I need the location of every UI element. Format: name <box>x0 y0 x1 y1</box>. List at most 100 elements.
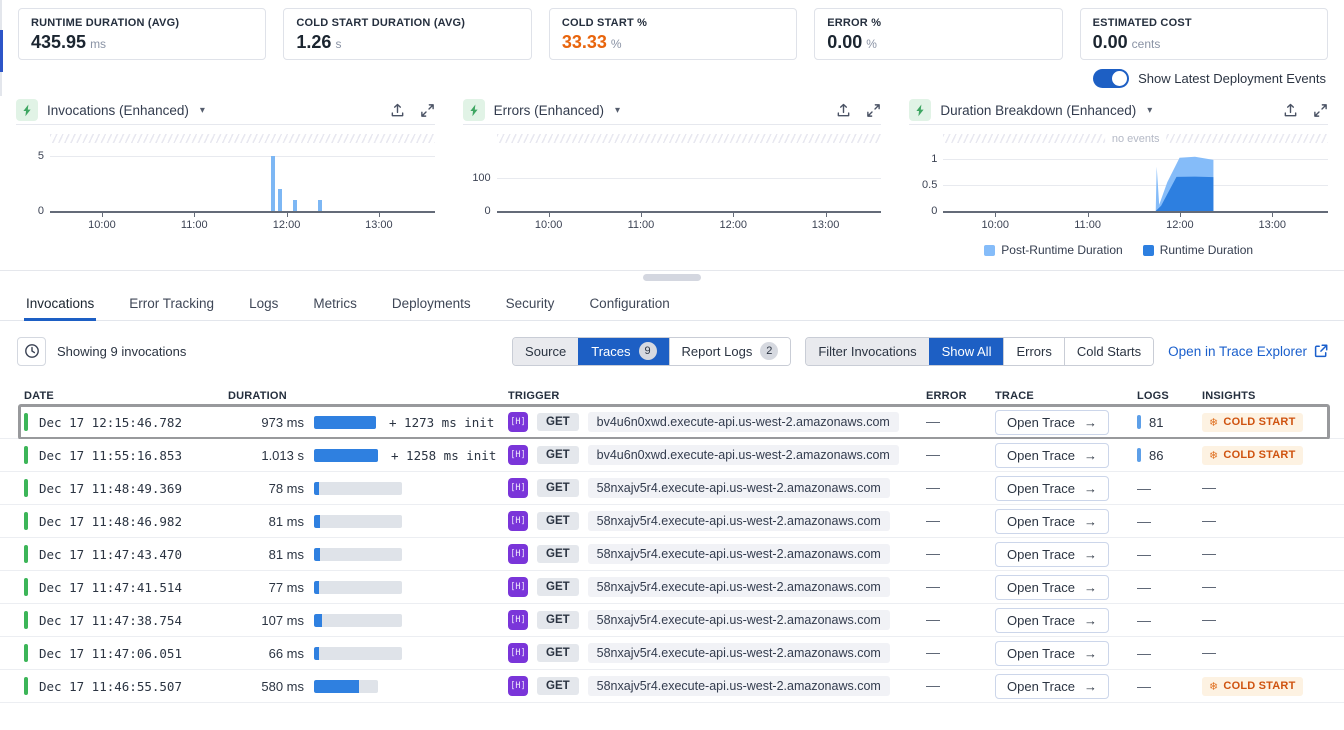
table-row[interactable]: Dec 17 11:48:46.982 81 ms [H] GET 58nxaj… <box>0 505 1344 538</box>
duration-value: 973 ms <box>228 415 304 430</box>
trace-cell: Open Trace → <box>995 443 1137 468</box>
cold-starts-filter-button[interactable]: Cold Starts <box>1064 338 1153 365</box>
chart-body: no events 10.50 10:0011:0012:0013:00 Pos… <box>909 134 1328 257</box>
arrow-right-icon: → <box>1084 514 1097 529</box>
invocations-table-body: Dec 17 12:15:46.782 973 ms + 1273 ms ini… <box>0 406 1344 703</box>
duration-cell: 78 ms <box>228 481 508 496</box>
expand-chart-button[interactable] <box>866 103 881 118</box>
traces-segment-button[interactable]: Traces9 <box>578 338 668 365</box>
trigger-host: bv4u6n0xwd.execute-api.us-west-2.amazona… <box>588 412 899 432</box>
chevron-down-icon[interactable]: ▾ <box>200 105 205 116</box>
duration-bar <box>314 515 402 528</box>
chart-title-dropdown[interactable]: Errors (Enhanced) <box>494 103 604 118</box>
arrow-right-icon: → <box>1084 580 1097 595</box>
chart-body: 50 10:0011:0012:0013:00 <box>16 134 435 234</box>
metric-value: 1.26 <box>296 32 331 53</box>
table-row[interactable]: Dec 17 11:47:43.470 81 ms [H] GET 58nxaj… <box>0 538 1344 571</box>
legend-label: Post-Runtime Duration <box>1001 243 1122 257</box>
chart-legend: Post-Runtime Duration Runtime Duration <box>909 243 1328 257</box>
table-row[interactable]: Dec 17 11:47:41.514 77 ms [H] GET 58nxaj… <box>0 571 1344 604</box>
arrow-right-icon: → <box>1084 646 1097 661</box>
arrow-right-icon: → <box>1084 547 1097 562</box>
error-cell: — <box>926 677 995 695</box>
table-row[interactable]: Dec 17 11:48:49.369 78 ms [H] GET 58nxaj… <box>0 472 1344 505</box>
chart-title-dropdown[interactable]: Invocations (Enhanced) <box>47 103 189 118</box>
source-segment-button[interactable]: Source <box>513 338 578 365</box>
chart-event-band: no events <box>943 134 1328 143</box>
trigger-cell: [H] GET bv4u6n0xwd.execute-api.us-west-2… <box>508 445 926 465</box>
duration-cell: 81 ms <box>228 547 508 562</box>
open-trace-button[interactable]: Open Trace → <box>995 542 1109 567</box>
tab-security[interactable]: Security <box>504 289 557 320</box>
insights-cell: ❄ COLD START — <box>1202 644 1344 662</box>
duration-bar <box>314 680 378 693</box>
trigger-cell: [H] GET 58nxajv5r4.execute-api.us-west-2… <box>508 577 926 597</box>
traces-count-badge: 9 <box>639 342 657 360</box>
metric-card-error-pct: ERROR % 0.00% <box>814 8 1062 60</box>
deployment-events-toggle[interactable] <box>1093 69 1129 88</box>
open-trace-button[interactable]: Open Trace → <box>995 575 1109 600</box>
invocation-timestamp: Dec 17 11:47:43.470 <box>39 547 182 562</box>
snowflake-icon: ❄ <box>1209 416 1218 429</box>
api-gateway-icon: [H] <box>508 577 528 597</box>
init-duration: + 1273 ms init <box>389 415 494 430</box>
metric-unit: % <box>866 37 877 51</box>
chevron-down-icon[interactable]: ▾ <box>615 105 620 116</box>
open-trace-button[interactable]: Open Trace → <box>995 443 1109 468</box>
http-method-chip: GET <box>537 512 579 530</box>
open-trace-button[interactable]: Open Trace → <box>995 674 1109 699</box>
column-header-logs: LOGS <box>1137 390 1202 402</box>
external-link-icon <box>1314 344 1328 358</box>
duration-value: 66 ms <box>228 646 304 661</box>
resize-drag-handle[interactable] <box>643 274 701 281</box>
open-trace-button[interactable]: Open Trace → <box>995 641 1109 666</box>
export-chart-button[interactable] <box>390 103 405 118</box>
trigger-cell: [H] GET 58nxajv5r4.execute-api.us-west-2… <box>508 676 926 696</box>
duration-bar-fill <box>314 449 378 462</box>
date-cell: Dec 17 11:48:49.369 <box>24 479 228 497</box>
report-logs-count-badge: 2 <box>760 342 778 360</box>
export-chart-button[interactable] <box>1283 103 1298 118</box>
tab-logs[interactable]: Logs <box>247 289 280 320</box>
lambda-bolt-icon <box>463 99 485 121</box>
chevron-down-icon[interactable]: ▾ <box>1147 105 1152 116</box>
api-gateway-icon: [H] <box>508 478 528 498</box>
tab-error-tracking[interactable]: Error Tracking <box>127 289 216 320</box>
table-row[interactable]: Dec 17 11:47:06.051 66 ms [H] GET 58nxaj… <box>0 637 1344 670</box>
chart-header: Errors (Enhanced) ▾ <box>463 96 882 125</box>
tab-invocations[interactable]: Invocations <box>24 289 96 320</box>
duration-value: 1.013 s <box>228 448 304 463</box>
open-trace-button[interactable]: Open Trace → <box>995 410 1109 435</box>
open-trace-button[interactable]: Open Trace → <box>995 509 1109 534</box>
duration-bar <box>314 647 402 660</box>
errors-filter-button[interactable]: Errors <box>1003 338 1063 365</box>
tab-deployments[interactable]: Deployments <box>390 289 473 320</box>
expand-chart-button[interactable] <box>420 103 435 118</box>
export-chart-button[interactable] <box>836 103 851 118</box>
tab-configuration[interactable]: Configuration <box>587 289 671 320</box>
show-all-button[interactable]: Show All <box>929 338 1004 365</box>
report-logs-segment-button[interactable]: Report Logs2 <box>669 338 791 365</box>
table-row[interactable]: Dec 17 12:15:46.782 973 ms + 1273 ms ini… <box>0 406 1344 439</box>
table-row[interactable]: Dec 17 11:55:16.853 1.013 s + 1258 ms in… <box>0 439 1344 472</box>
chart-title-dropdown[interactable]: Duration Breakdown (Enhanced) <box>940 103 1136 118</box>
date-cell: Dec 17 11:48:46.982 <box>24 512 228 530</box>
metric-label: ESTIMATED COST <box>1093 17 1315 29</box>
table-row[interactable]: Dec 17 11:47:38.754 107 ms [H] GET 58nxa… <box>0 604 1344 637</box>
open-trace-button[interactable]: Open Trace → <box>995 476 1109 501</box>
http-method-chip: GET <box>537 578 579 596</box>
expand-chart-button[interactable] <box>1313 103 1328 118</box>
duration-breakdown-chart-panel: Duration Breakdown (Enhanced) ▾ no event… <box>909 96 1328 257</box>
page-scroll-thumb[interactable] <box>0 30 3 72</box>
trace-cell: Open Trace → <box>995 410 1137 435</box>
open-trace-button[interactable]: Open Trace → <box>995 608 1109 633</box>
open-in-trace-explorer-link[interactable]: Open in Trace Explorer <box>1168 344 1328 359</box>
tab-metrics[interactable]: Metrics <box>311 289 359 320</box>
duration-bar-fill <box>314 548 320 561</box>
chart-plot: 10.50 <box>943 151 1328 213</box>
time-history-button[interactable] <box>17 337 46 366</box>
init-duration: + 1258 ms init <box>391 448 496 463</box>
logs-cell: — <box>1137 579 1202 595</box>
table-row[interactable]: Dec 17 11:46:55.507 580 ms [H] GET 58nxa… <box>0 670 1344 703</box>
trigger-host: bv4u6n0xwd.execute-api.us-west-2.amazona… <box>588 445 899 465</box>
